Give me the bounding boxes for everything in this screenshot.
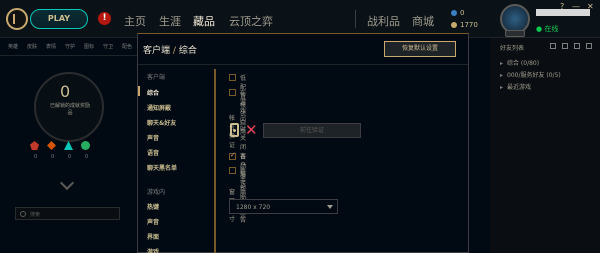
subtab[interactable]: 图标 [84,43,94,50]
settings-modal: 客户端 / 综合 恢复默认设置 客户端 综合 通知屏蔽 聊天&好友 声音 语音 … [137,33,469,253]
friends-list-title: 好友列表 [500,45,525,52]
play-button[interactable]: PLAY [30,9,88,29]
sidebar-item-game[interactable]: 游戏 [147,247,159,253]
teal-resource-icon [64,141,73,150]
subtab[interactable]: 守卫 [103,43,113,50]
sidebar-header-client: 客户端 [147,74,166,81]
sort-icon[interactable] [574,43,580,49]
nav-tft[interactable]: 云顶之弈 [229,13,273,29]
nav-store[interactable]: 商城 [412,13,434,29]
nav-home[interactable]: 主页 [124,13,146,29]
subtab[interactable]: 表情 [46,43,56,50]
orange-resource-icon [47,141,56,150]
collection-count: 0 [60,82,71,101]
nav-loot[interactable]: 战利品 [367,13,400,29]
sidebar-item-voice[interactable]: 语音 [147,148,159,157]
sidebar-item-general[interactable]: 综合 [137,86,159,97]
status-online[interactable]: ● 在线 [536,24,558,34]
resource-value: 0 [85,154,89,160]
collection-caption: 已解锁的成就奖励品 [50,103,91,116]
subtab[interactable]: 守护 [65,43,75,50]
sidebar-item-interface[interactable]: 界面 [147,232,159,241]
modal-title: 客户端 / 综合 [143,46,197,56]
nav-collection[interactable]: 藏品 [193,13,215,42]
league-logo-icon[interactable] [6,8,28,30]
restore-defaults-button[interactable]: 恢复默认设置 [384,41,456,57]
close-client-checkbox[interactable] [229,89,236,96]
subtab[interactable]: 英雄 [8,43,18,50]
modal-divider [138,64,468,65]
subtab[interactable]: 皮肤 [27,43,37,50]
chevron-down-icon [327,205,333,209]
alert-icon[interactable]: ! [98,12,111,25]
riot-points-display: 1770 [451,21,478,29]
search-input[interactable]: 搜索 [15,207,120,220]
subtab[interactable]: 配色 [122,43,132,50]
resource-value: 0 [34,154,38,160]
blue-essence-display: 0 [451,9,464,17]
auto-report-checkbox[interactable] [229,151,236,160]
sidebar-header-ingame: 游戏内 [147,189,166,196]
tips-checkbox[interactable] [229,167,236,174]
resource-value: 0 [68,154,72,160]
sidebar-item-hotkeys[interactable]: 热键 [147,202,159,211]
sidebar-item-ingame-sound[interactable]: 声音 [147,217,159,226]
red-resource-icon [30,141,39,150]
close-icon[interactable]: ✕ [587,2,594,11]
nav-divider [355,10,356,28]
folder-icon[interactable] [562,43,568,49]
friend-group-server[interactable]: ▸ 000/服务好友 (0/5) [500,70,561,79]
collection-subtabs: 英雄 皮肤 表情 守护 图标 守卫 配色 [0,38,137,56]
sidebar-item-chat-blocklist[interactable]: 聊天黑名单 [147,163,177,172]
chevron-down-icon[interactable] [59,175,75,191]
search-icon[interactable] [586,43,592,49]
phone-icon [230,123,239,137]
verify-button[interactable]: 前往验证 [263,123,361,138]
resource-value: 0 [51,154,55,160]
friend-group-general[interactable]: ▸ 综合 (0/80) [500,58,539,67]
sidebar-item-notifications[interactable]: 通知屏蔽 [147,103,171,112]
settings-sidebar: 客户端 综合 通知屏蔽 聊天&好友 声音 语音 聊天黑名单 游戏内 热键 声音 … [137,66,214,253]
low-spec-checkbox[interactable] [229,74,236,81]
search-icon [20,211,26,217]
riot-points-icon [451,22,457,28]
window-size-dropdown[interactable]: 1280 x 720 [229,199,338,214]
add-friend-icon[interactable] [550,43,556,49]
sidebar-divider [214,69,216,253]
sidebar-item-chat-friends[interactable]: 聊天&好友 [147,118,176,127]
level-badge [505,30,525,37]
help-icon[interactable]: ? [560,2,564,11]
sidebar-item-sound[interactable]: 声音 [147,133,159,142]
green-resource-icon [81,141,90,150]
friend-group-recent[interactable]: ▸ 最近游戏 [500,82,531,91]
unverified-x-icon: ✕ [245,121,258,139]
nav-profile[interactable]: 生涯 [159,13,181,29]
minimize-icon[interactable]: — [572,2,580,11]
blue-essence-icon [451,10,457,16]
